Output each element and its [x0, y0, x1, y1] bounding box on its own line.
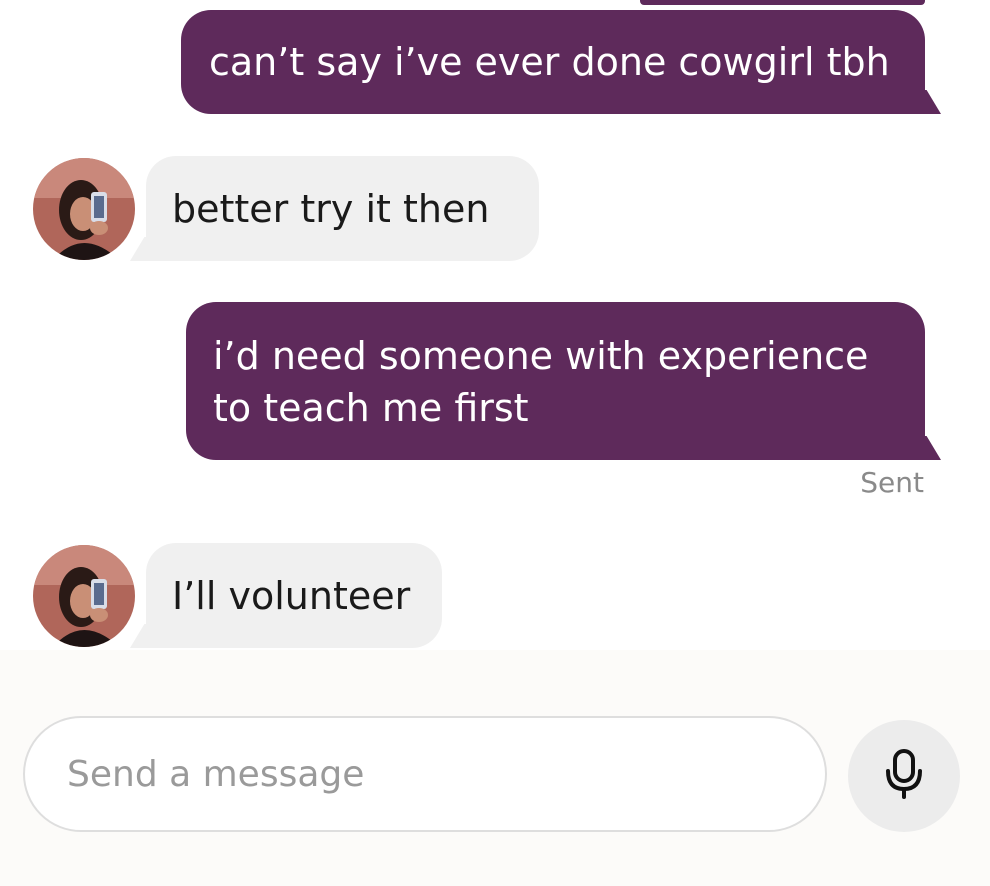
bubble-tail [917, 90, 941, 114]
message-input[interactable] [65, 752, 789, 796]
contact-avatar[interactable] [33, 158, 135, 260]
outgoing-message[interactable]: can’t say i’ve ever done cowgirl tbh [181, 10, 925, 114]
bubble-tail [917, 436, 941, 460]
message-input-container[interactable] [23, 716, 827, 832]
contact-avatar[interactable] [33, 545, 135, 647]
microphone-icon [884, 749, 924, 803]
incoming-message[interactable]: better try it then [146, 156, 539, 261]
microphone-button[interactable] [848, 720, 960, 832]
outgoing-message[interactable]: i’d need someone with experience to teac… [186, 302, 925, 460]
bubble-tail [130, 237, 154, 261]
message-thread: can’t say i’ve ever done cowgirl tbh bet… [0, 0, 990, 650]
previous-message-edge [640, 0, 925, 5]
incoming-message[interactable]: I’ll volunteer [146, 543, 442, 648]
sent-status: Sent [860, 466, 924, 499]
bubble-tail [130, 624, 154, 648]
